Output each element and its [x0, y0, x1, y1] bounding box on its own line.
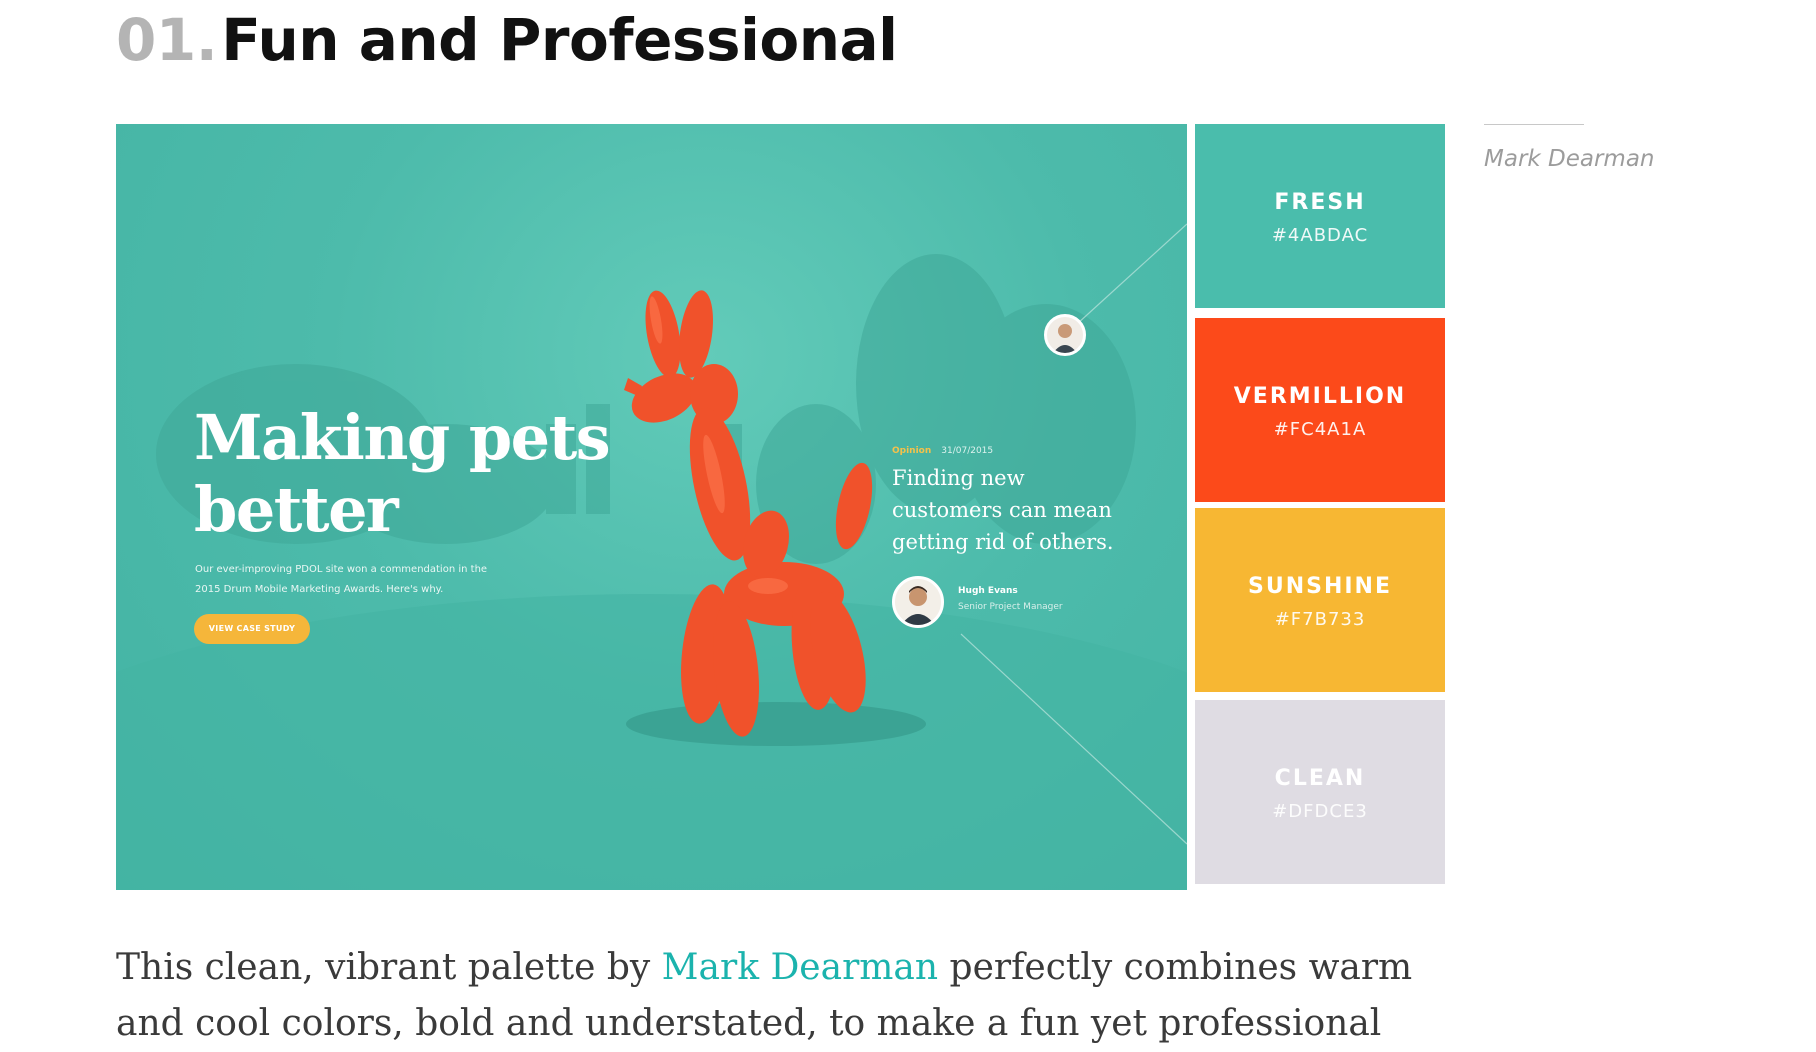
person-icon — [901, 586, 935, 625]
body-paragraph: This clean, vibrant palette by Mark Dear… — [116, 940, 1412, 996]
swatch-sunshine: SUNSHINE #F7B733 — [1195, 508, 1445, 692]
quote-tag: Opinion — [892, 446, 932, 456]
swatch-hex: #F7B733 — [1274, 609, 1366, 630]
swatch-fresh: FRESH #4ABDAC — [1195, 124, 1445, 308]
swatch-vermillion: VERMILLION #FC4A1A — [1195, 318, 1445, 502]
hero-image: Making pets better Our ever-improving PD… — [116, 124, 1187, 890]
caption-divider — [1484, 124, 1584, 125]
view-case-study-button[interactable]: VIEW CASE STUDY — [194, 614, 310, 644]
author-name: Hugh Evans — [958, 586, 1018, 596]
swatch-name: SUNSHINE — [1247, 574, 1392, 599]
heading-number: 01. — [116, 6, 218, 74]
author-avatar — [892, 576, 944, 628]
swatch-hex: #DFDCE3 — [1272, 801, 1368, 822]
small-avatar — [1044, 314, 1086, 356]
article-heading: 01.Fun and Professional — [116, 4, 898, 76]
swatch-hex: #FC4A1A — [1273, 419, 1367, 440]
author-link[interactable]: Mark Dearman — [662, 947, 938, 988]
swatch-name: CLEAN — [1274, 766, 1366, 791]
quote-date: 31/07/2015 — [941, 446, 994, 456]
swatch-clean: CLEAN #DFDCE3 — [1195, 700, 1445, 884]
body-paragraph-line-2: and cool colors, bold and understated, t… — [116, 1003, 1382, 1044]
person-icon — [1053, 324, 1077, 353]
swatch-name: FRESH — [1274, 190, 1366, 215]
hero-subtitle: Our ever-improving PDOL site won a comme… — [195, 564, 488, 595]
palette-figure: Making pets better Our ever-improving PD… — [116, 124, 1445, 890]
body-text-end: perfectly combines warm — [938, 947, 1413, 988]
quote-text: Finding new customers can mean getting r… — [892, 466, 1114, 554]
swatch-name: VERMILLION — [1233, 384, 1407, 409]
author-role: Senior Project Manager — [958, 602, 1063, 612]
quote-meta: Opinion 31/07/2015 — [892, 446, 993, 456]
swatch-hex: #4ABDAC — [1271, 225, 1369, 246]
heading-title: Fun and Professional — [221, 6, 898, 74]
hero-title: Making pets better — [194, 401, 611, 546]
image-caption: Mark Dearman — [1484, 146, 1655, 172]
palette-swatches: FRESH #4ABDAC VERMILLION #FC4A1A SUNSHIN… — [1195, 124, 1445, 890]
body-text-start: This clean, vibrant palette by — [116, 947, 662, 988]
